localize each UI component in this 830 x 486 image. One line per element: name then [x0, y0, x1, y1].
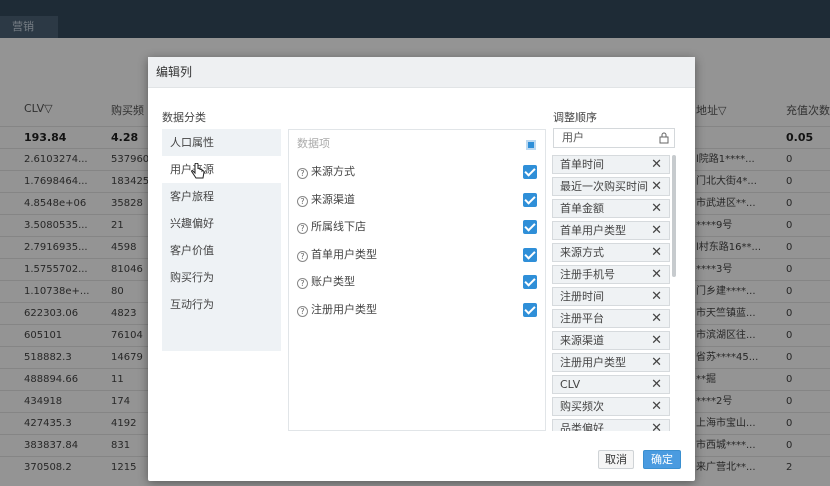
- order-item-label: 首单金额: [560, 202, 604, 215]
- data-item[interactable]: ? 来源方式: [289, 158, 545, 186]
- close-icon[interactable]: ✕: [651, 222, 662, 239]
- category-list: 人口属性 用户来源 客户旅程 兴趣偏好 客户价值 购买行为 互动行为: [162, 129, 292, 351]
- category-label: 数据分类: [162, 111, 206, 124]
- fixed-column-user: 用户: [553, 128, 675, 148]
- order-item[interactable]: 首单用户类型 ✕: [552, 221, 670, 240]
- order-item[interactable]: 注册用户类型 ✕: [552, 353, 670, 372]
- order-item-label: 来源渠道: [560, 334, 604, 347]
- category-item-user-source[interactable]: 用户来源: [162, 156, 292, 183]
- category-item-journey[interactable]: 客户旅程: [162, 183, 281, 210]
- question-icon[interactable]: ?: [297, 195, 308, 207]
- order-item[interactable]: 首单时间 ✕: [552, 155, 670, 174]
- order-item[interactable]: CLV ✕: [552, 375, 670, 394]
- question-icon[interactable]: ?: [297, 278, 308, 289]
- category-item-interaction[interactable]: 互动行为: [162, 291, 281, 318]
- data-item[interactable]: ? 来源渠道: [289, 186, 545, 214]
- data-item-label: 来源方式: [311, 165, 355, 178]
- data-item[interactable]: ? 注册用户类型: [289, 296, 545, 324]
- close-icon[interactable]: ✕: [651, 266, 662, 283]
- fixed-column-label: 用户: [562, 131, 584, 144]
- data-item-header-label: 数据项: [297, 137, 330, 150]
- dialog-title: 编辑列: [148, 57, 695, 88]
- data-item-label: 所属线下店: [311, 220, 366, 233]
- checkbox-icon[interactable]: [523, 220, 537, 234]
- order-item[interactable]: 最近一次购买时间 ✕: [552, 177, 670, 196]
- close-icon[interactable]: ✕: [651, 310, 662, 327]
- order-item[interactable]: 注册平台 ✕: [552, 309, 670, 328]
- order-item[interactable]: 注册时间 ✕: [552, 287, 670, 306]
- order-item-label: CLV: [560, 378, 581, 391]
- data-item-label: 来源渠道: [311, 192, 355, 206]
- question-icon[interactable]: ?: [297, 250, 308, 262]
- order-item-label: 品类偏好: [560, 422, 604, 431]
- order-item[interactable]: 注册手机号 ✕: [552, 265, 670, 284]
- category-item-value[interactable]: 客户价值: [162, 237, 281, 264]
- category-item-demographics[interactable]: 人口属性: [162, 129, 281, 156]
- close-icon[interactable]: ✕: [651, 398, 662, 415]
- data-item-list: 数据项 ? 来源方式? 来源渠道? 所属线下店? 首单用户类型? 账户类型? 注册用户类型: [288, 129, 546, 431]
- order-item-label: 购买频次: [560, 400, 604, 413]
- data-item-label: 注册用户类型: [311, 302, 377, 316]
- data-item[interactable]: ? 所属线下店: [289, 213, 545, 241]
- lock-icon: [659, 132, 669, 144]
- question-icon[interactable]: ?: [297, 305, 308, 317]
- checkbox-icon[interactable]: [523, 192, 537, 207]
- select-all-checkbox[interactable]: [526, 140, 536, 150]
- order-item-label: 注册平台: [560, 312, 604, 325]
- close-icon[interactable]: ✕: [651, 244, 662, 261]
- order-item-label: 首单时间: [560, 158, 604, 171]
- confirm-button[interactable]: 确定: [643, 450, 681, 469]
- order-item-label: 注册时间: [560, 290, 604, 303]
- order-item[interactable]: 品类偏好 ✕: [552, 419, 670, 431]
- cancel-button[interactable]: 取消: [598, 450, 634, 469]
- close-icon[interactable]: ✕: [651, 178, 662, 195]
- question-icon[interactable]: ?: [297, 168, 308, 179]
- close-icon[interactable]: ✕: [651, 376, 662, 393]
- order-item[interactable]: 来源渠道 ✕: [552, 331, 670, 350]
- order-item-label: 最近一次购买时间: [560, 180, 648, 193]
- data-item[interactable]: ? 账户类型: [289, 268, 545, 296]
- order-item-label: 首单用户类型: [560, 224, 626, 237]
- checkbox-icon[interactable]: [523, 275, 537, 289]
- order-list-scrollbar[interactable]: [672, 155, 676, 277]
- order-item-label: 注册用户类型: [560, 356, 626, 369]
- order-item[interactable]: 来源方式 ✕: [552, 243, 670, 262]
- data-item-label: 首单用户类型: [311, 247, 377, 261]
- close-icon[interactable]: ✕: [651, 420, 662, 431]
- category-item-interest[interactable]: 兴趣偏好: [162, 210, 281, 237]
- order-item-label: 来源方式: [560, 246, 604, 259]
- edit-columns-dialog: 编辑列 数据分类 调整顺序 人口属性 用户来源 客户旅程 兴趣偏好 客户价值 购…: [148, 57, 695, 481]
- order-item[interactable]: 购买频次 ✕: [552, 397, 670, 416]
- order-item[interactable]: 首单金额 ✕: [552, 199, 670, 218]
- order-list: 首单时间 ✕ 最近一次购买时间 ✕ 首单金额 ✕ 首单用户类型 ✕ 来源方式 ✕ 注册手机号 ✕ 注册时…: [552, 155, 676, 431]
- close-icon[interactable]: ✕: [651, 156, 662, 173]
- close-icon[interactable]: ✕: [651, 332, 662, 349]
- checkbox-icon[interactable]: [523, 302, 537, 317]
- order-label: 调整顺序: [553, 111, 597, 124]
- close-icon[interactable]: ✕: [651, 288, 662, 305]
- checkbox-icon[interactable]: [523, 165, 537, 179]
- question-icon[interactable]: ?: [297, 223, 308, 234]
- category-item-purchase[interactable]: 购买行为: [162, 264, 281, 291]
- close-icon[interactable]: ✕: [651, 354, 662, 371]
- order-item-label: 注册手机号: [560, 268, 615, 281]
- close-icon[interactable]: ✕: [651, 200, 662, 217]
- hand-cursor-icon: [191, 163, 205, 179]
- data-item-label: 账户类型: [311, 275, 355, 288]
- data-item[interactable]: ? 首单用户类型: [289, 241, 545, 269]
- data-item-header: 数据项: [289, 130, 545, 158]
- checkbox-icon[interactable]: [523, 247, 537, 262]
